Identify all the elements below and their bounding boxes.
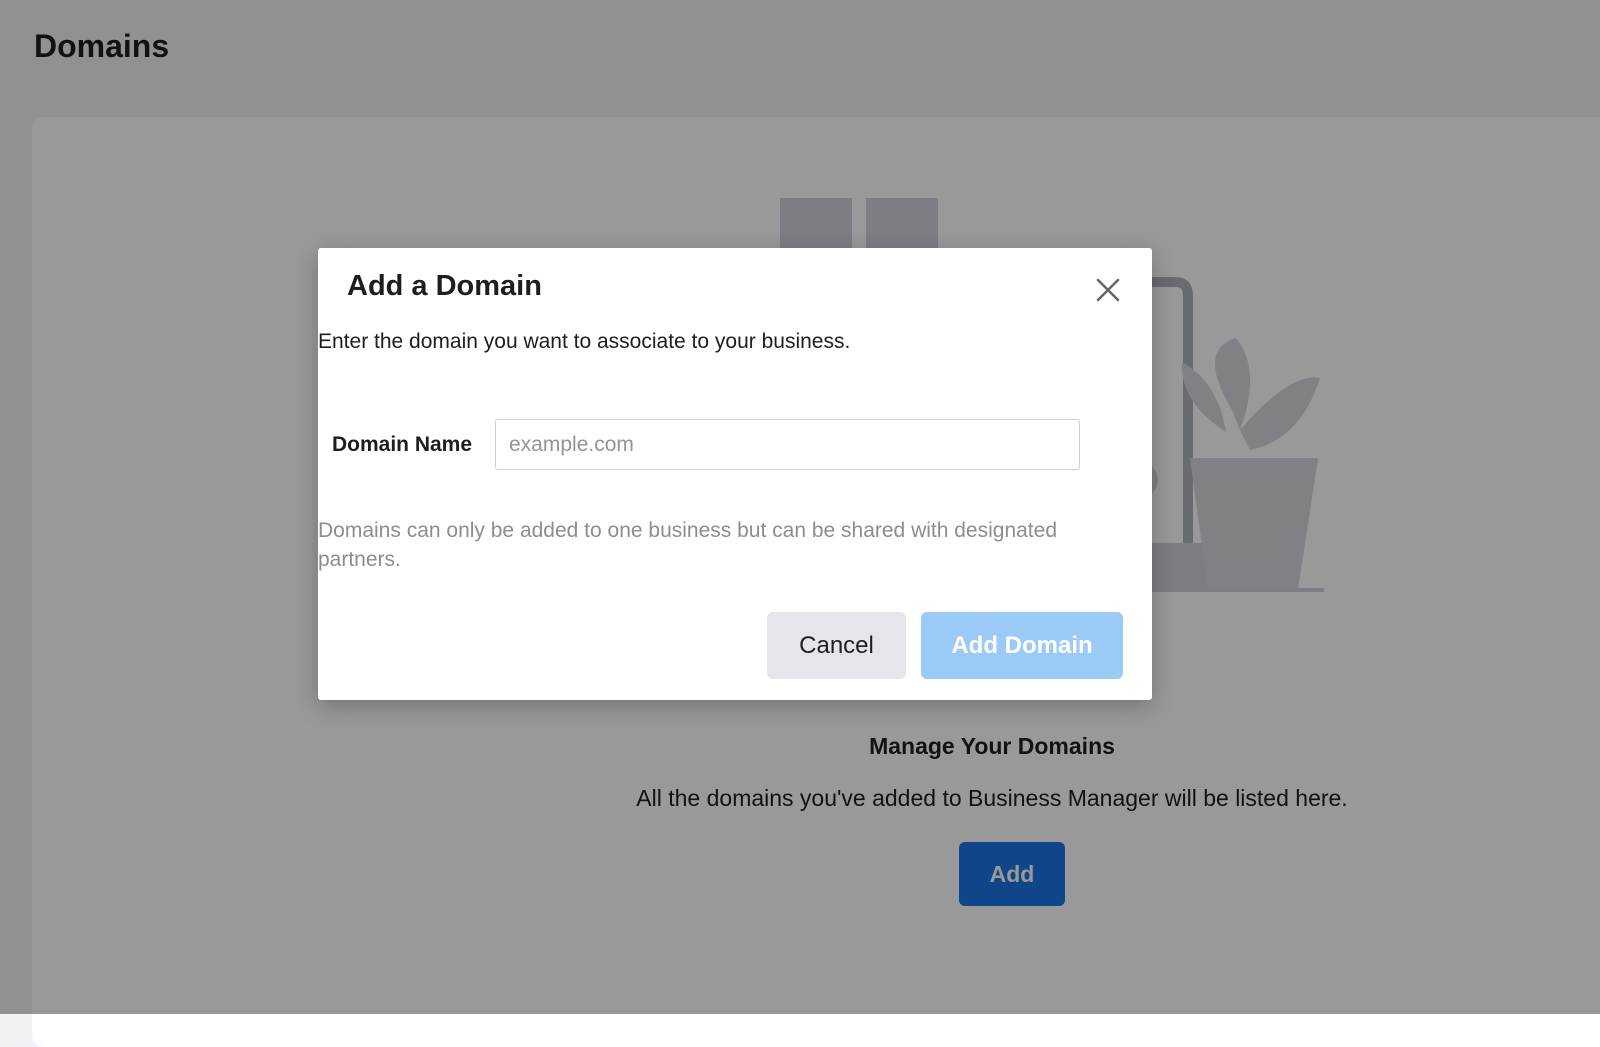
domain-help-text: Domains can only be added to one busines…	[318, 519, 1057, 571]
close-button[interactable]	[1090, 272, 1126, 308]
domain-name-label: Domain Name	[332, 433, 473, 456]
dialog-intro-text: Enter the domain you want to associate t…	[318, 330, 851, 353]
add-domain-submit-button[interactable]: Add Domain	[921, 612, 1123, 679]
dialog-title: Add a Domain	[347, 270, 542, 302]
domain-name-input[interactable]	[495, 419, 1080, 470]
add-domain-dialog: Add a Domain Enter the domain you want t…	[318, 248, 1152, 700]
cancel-button[interactable]: Cancel	[767, 612, 906, 679]
close-icon	[1096, 278, 1120, 302]
